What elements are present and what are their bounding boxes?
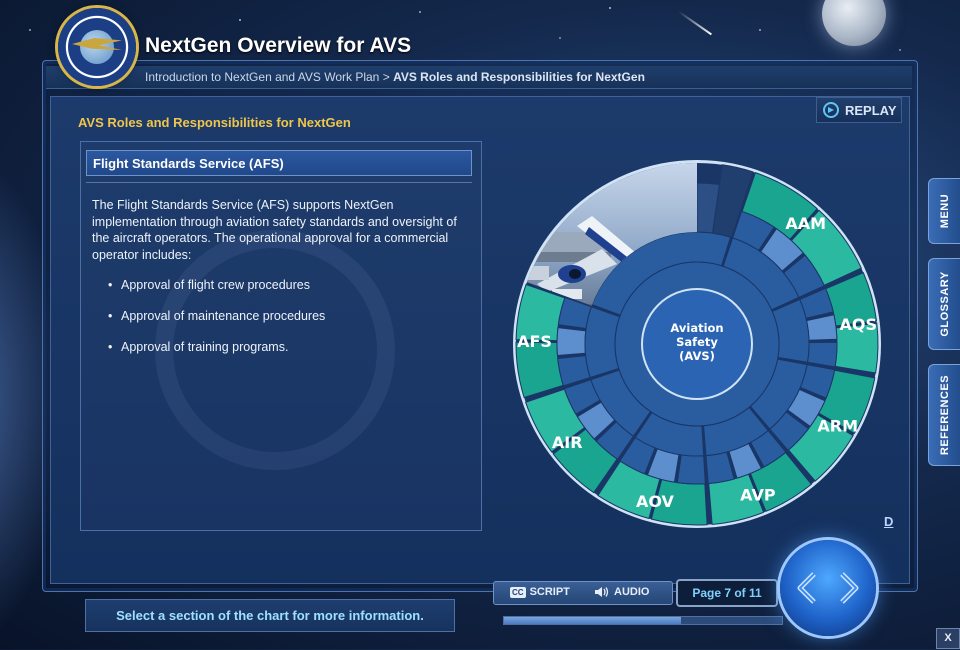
tab-references-label: REFERENCES: [938, 374, 951, 456]
segment-label: AFS: [517, 332, 552, 351]
chevron-right-icon: [840, 572, 859, 604]
media-controls: CC SCRIPT AUDIO: [493, 581, 673, 605]
tab-references[interactable]: REFERENCES: [928, 364, 960, 466]
tab-menu[interactable]: MENU: [928, 178, 960, 244]
cc-icon: CC: [510, 586, 526, 598]
segment-middle: [806, 341, 838, 368]
instruction-text: Select a section of the chart for more i…: [85, 599, 455, 632]
progress-fill: [504, 617, 681, 624]
audio-label: AUDIO: [614, 586, 650, 598]
center-label: Aviation: [670, 321, 723, 335]
segment-inner: [584, 306, 621, 379]
faa-logo: [58, 8, 136, 86]
close-button[interactable]: X: [936, 628, 960, 649]
next-button[interactable]: [834, 570, 864, 606]
d-link[interactable]: D: [884, 514, 893, 529]
segment-label: AQS: [840, 315, 878, 334]
script-button[interactable]: CC SCRIPT: [510, 586, 570, 598]
segment-label: AVP: [740, 486, 776, 505]
progress-bar: [503, 616, 783, 625]
segment-label: AOV: [636, 492, 675, 511]
chevron-left-icon: [797, 572, 816, 604]
segment-label: AAM: [785, 214, 826, 233]
segment-label: ARM: [817, 416, 858, 435]
speaker-icon: [595, 587, 609, 597]
segment-middle: [556, 327, 587, 357]
center-label: Safety: [676, 335, 718, 349]
tab-glossary[interactable]: GLOSSARY: [928, 258, 960, 350]
script-label: SCRIPT: [529, 586, 570, 598]
center-label: (AVS): [679, 349, 715, 363]
tab-menu-label: MENU: [938, 193, 951, 229]
audio-button[interactable]: AUDIO: [594, 586, 649, 598]
page-indicator: Page 7 of 11: [676, 579, 778, 607]
back-button[interactable]: [792, 570, 822, 606]
segment-middle: [676, 454, 706, 485]
tab-glossary-label: GLOSSARY: [938, 271, 951, 337]
segment-label: AIR: [552, 433, 583, 452]
